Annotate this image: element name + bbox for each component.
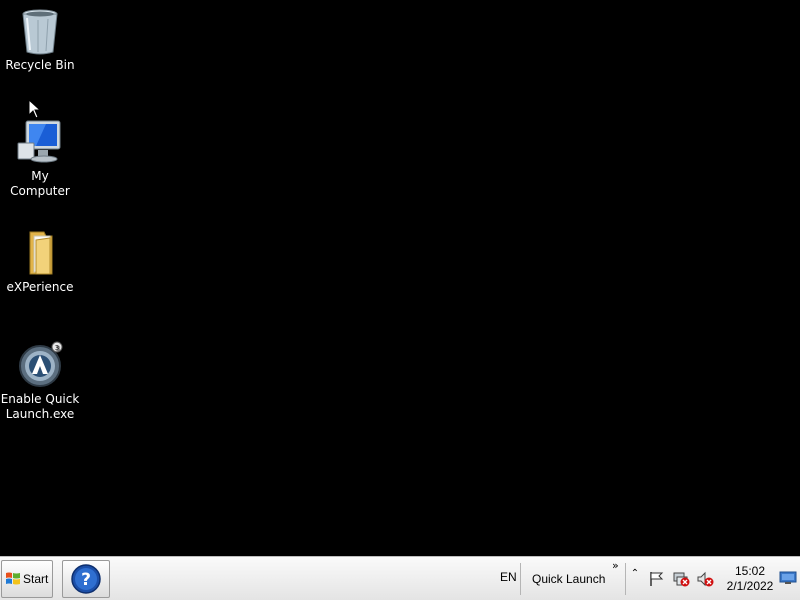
clock-time: 15:02 <box>734 564 766 578</box>
computer-monitor-icon <box>17 120 61 163</box>
windows-logo-icon <box>6 572 20 585</box>
system-clock[interactable]: 15:02 2/1/2022 <box>722 564 778 594</box>
desktop-icon-enable-quick-launch[interactable]: 3 Enable Quick Launch.exe <box>0 340 80 422</box>
volume-muted-icon[interactable] <box>696 571 714 587</box>
quick-launch-chevron-icon[interactable]: » <box>612 559 619 572</box>
desktop-icon-label: eXPerience <box>6 280 74 294</box>
help-button[interactable]: ? <box>62 560 110 598</box>
svg-text:3: 3 <box>55 344 59 352</box>
svg-text:?: ? <box>81 570 91 590</box>
divider <box>625 563 626 595</box>
language-indicator[interactable]: EN <box>500 570 517 584</box>
help-question-icon: ? <box>71 564 101 594</box>
mouse-pointer-icon <box>28 99 42 119</box>
desktop-icon-recycle-bin[interactable]: Recycle Bin <box>0 6 80 73</box>
app-launcher-icon: 3 <box>19 341 63 387</box>
quick-launch-toolbar-label[interactable]: Quick Launch <box>532 572 605 586</box>
desktop-icon-my-computer[interactable]: My Computer <box>0 117 80 199</box>
show-desktop-icon[interactable] <box>779 571 797 585</box>
show-hidden-icons-button[interactable]: ⌃ <box>629 569 641 584</box>
taskbar: Start ? EN Quick Launch » ⌃ 15:02 2/1/20… <box>0 556 800 600</box>
clock-date: 2/1/2022 <box>726 579 774 593</box>
start-label: Start <box>23 572 49 586</box>
folder-icon <box>29 231 53 275</box>
recycle-bin-icon <box>22 9 58 55</box>
divider <box>520 563 521 595</box>
desktop-icon-label: Enable Quick Launch.exe <box>0 392 80 421</box>
network-disconnected-icon[interactable] <box>672 571 690 587</box>
desktop-icon-label: Recycle Bin <box>5 58 75 72</box>
desktop[interactable]: Recycle Bin My Computer eXPerience 3 Ena… <box>0 0 800 556</box>
desktop-icon-label: My Computer <box>10 169 70 198</box>
action-center-flag-icon[interactable] <box>648 571 666 587</box>
start-button[interactable]: Start <box>1 560 53 598</box>
desktop-icon-experience-folder[interactable]: eXPerience <box>0 228 80 295</box>
